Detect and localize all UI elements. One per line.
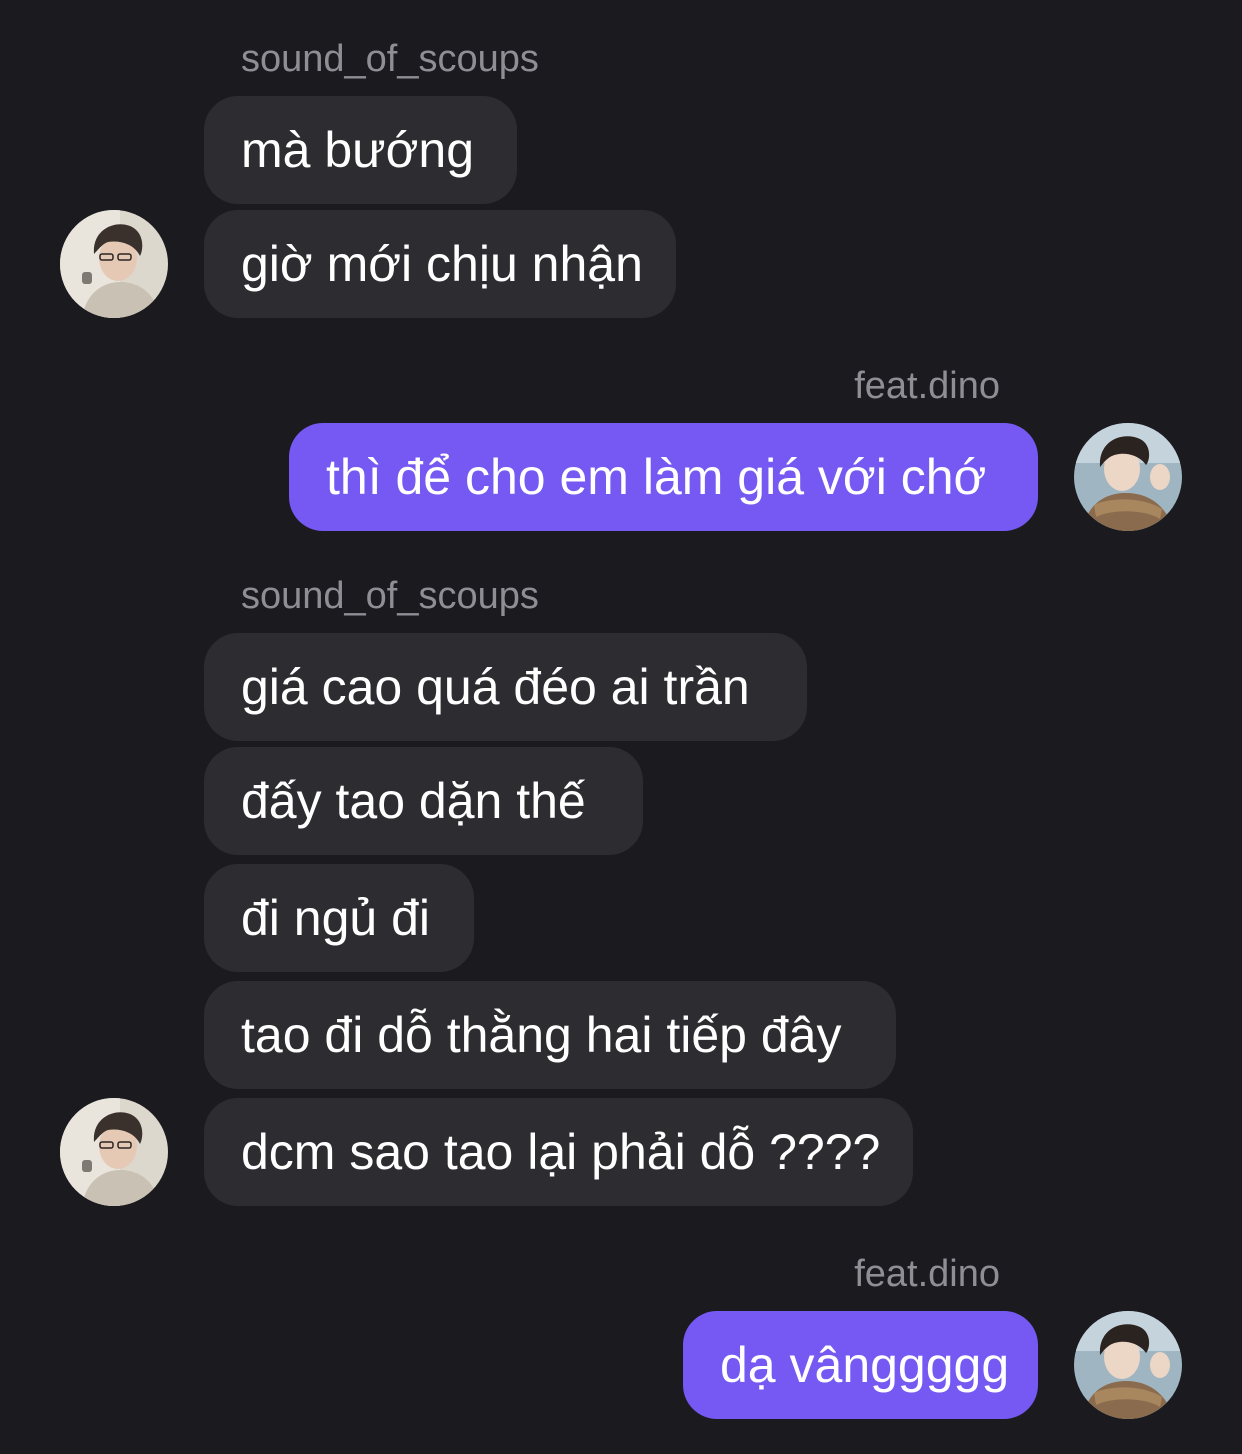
message-bubble-incoming[interactable]: giờ mới chịu nhận (204, 210, 676, 318)
sender-name: feat.dino (854, 1253, 1000, 1295)
message-bubble-outgoing[interactable]: dạ vânggggg (683, 1311, 1038, 1419)
avatar-feat-dino-icon[interactable] (1074, 423, 1182, 531)
message-bubble-incoming[interactable]: đấy tao dặn thế (204, 747, 643, 855)
avatar-sound-of-scoups-icon[interactable] (60, 1098, 168, 1206)
message-bubble-incoming[interactable]: dcm sao tao lại phải dỗ ???? (204, 1098, 913, 1206)
message-bubble-incoming[interactable]: tao đi dỗ thằng hai tiếp đây (204, 981, 896, 1089)
message-bubble-outgoing[interactable]: thì để cho em làm giá với chớ (289, 423, 1038, 531)
sender-name: sound_of_scoups (241, 575, 539, 617)
message-bubble-incoming[interactable]: đi ngủ đi (204, 864, 474, 972)
message-bubble-incoming[interactable]: mà bướng (204, 96, 517, 204)
sender-name: sound_of_scoups (241, 38, 539, 80)
message-bubble-incoming[interactable]: giá cao quá đéo ai trần (204, 633, 807, 741)
avatar-sound-of-scoups-icon[interactable] (60, 210, 168, 318)
avatar-feat-dino-icon[interactable] (1074, 1311, 1182, 1419)
sender-name: feat.dino (854, 365, 1000, 407)
